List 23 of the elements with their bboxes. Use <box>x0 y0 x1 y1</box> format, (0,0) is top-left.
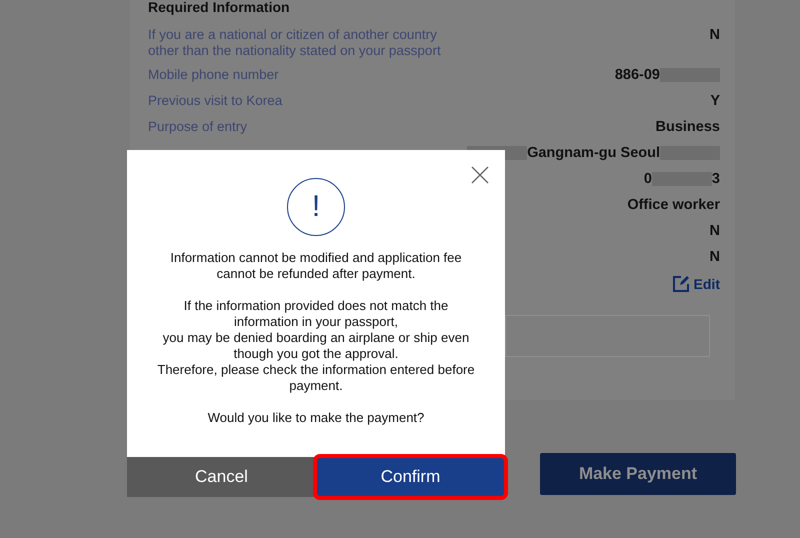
cancel-button[interactable]: Cancel <box>127 457 316 497</box>
field-label: Mobile phone number <box>148 66 279 83</box>
alert-icon: ! <box>287 178 345 236</box>
close-icon[interactable] <box>471 166 489 184</box>
field-value: N <box>710 222 720 241</box>
dialog-message: Would you like to make the payment? <box>208 410 424 426</box>
field-value: 886-09 <box>614 65 720 85</box>
make-payment-button[interactable]: Make Payment <box>540 453 736 495</box>
dialog-message: If the information provided does not match the information in your passport, you may be denied boarding an airplane or ship even though you got the approval. Therefore, please check the information entered before payment. <box>157 298 475 394</box>
confirm-button[interactable]: Confirm <box>316 457 505 497</box>
field-label: Previous visit to Korea <box>148 92 282 109</box>
field-value: N <box>710 26 720 45</box>
field-value: 0 3 <box>644 170 720 189</box>
field-value: Y <box>710 92 720 111</box>
field-label: Purpose of entry <box>148 118 248 135</box>
field-value: N <box>710 248 720 267</box>
field-value: Business <box>656 118 720 137</box>
input-field[interactable] <box>505 315 710 357</box>
edit-icon <box>672 275 690 293</box>
field-label: If you are a national or citizen of another country other than the nationality stated on your passport <box>148 26 442 59</box>
field-value: Office worker <box>627 196 720 215</box>
dialog-message: Information cannot be modified and application fee cannot be refunded after payment. <box>170 250 462 282</box>
section-title: Required Information <box>148 0 291 15</box>
